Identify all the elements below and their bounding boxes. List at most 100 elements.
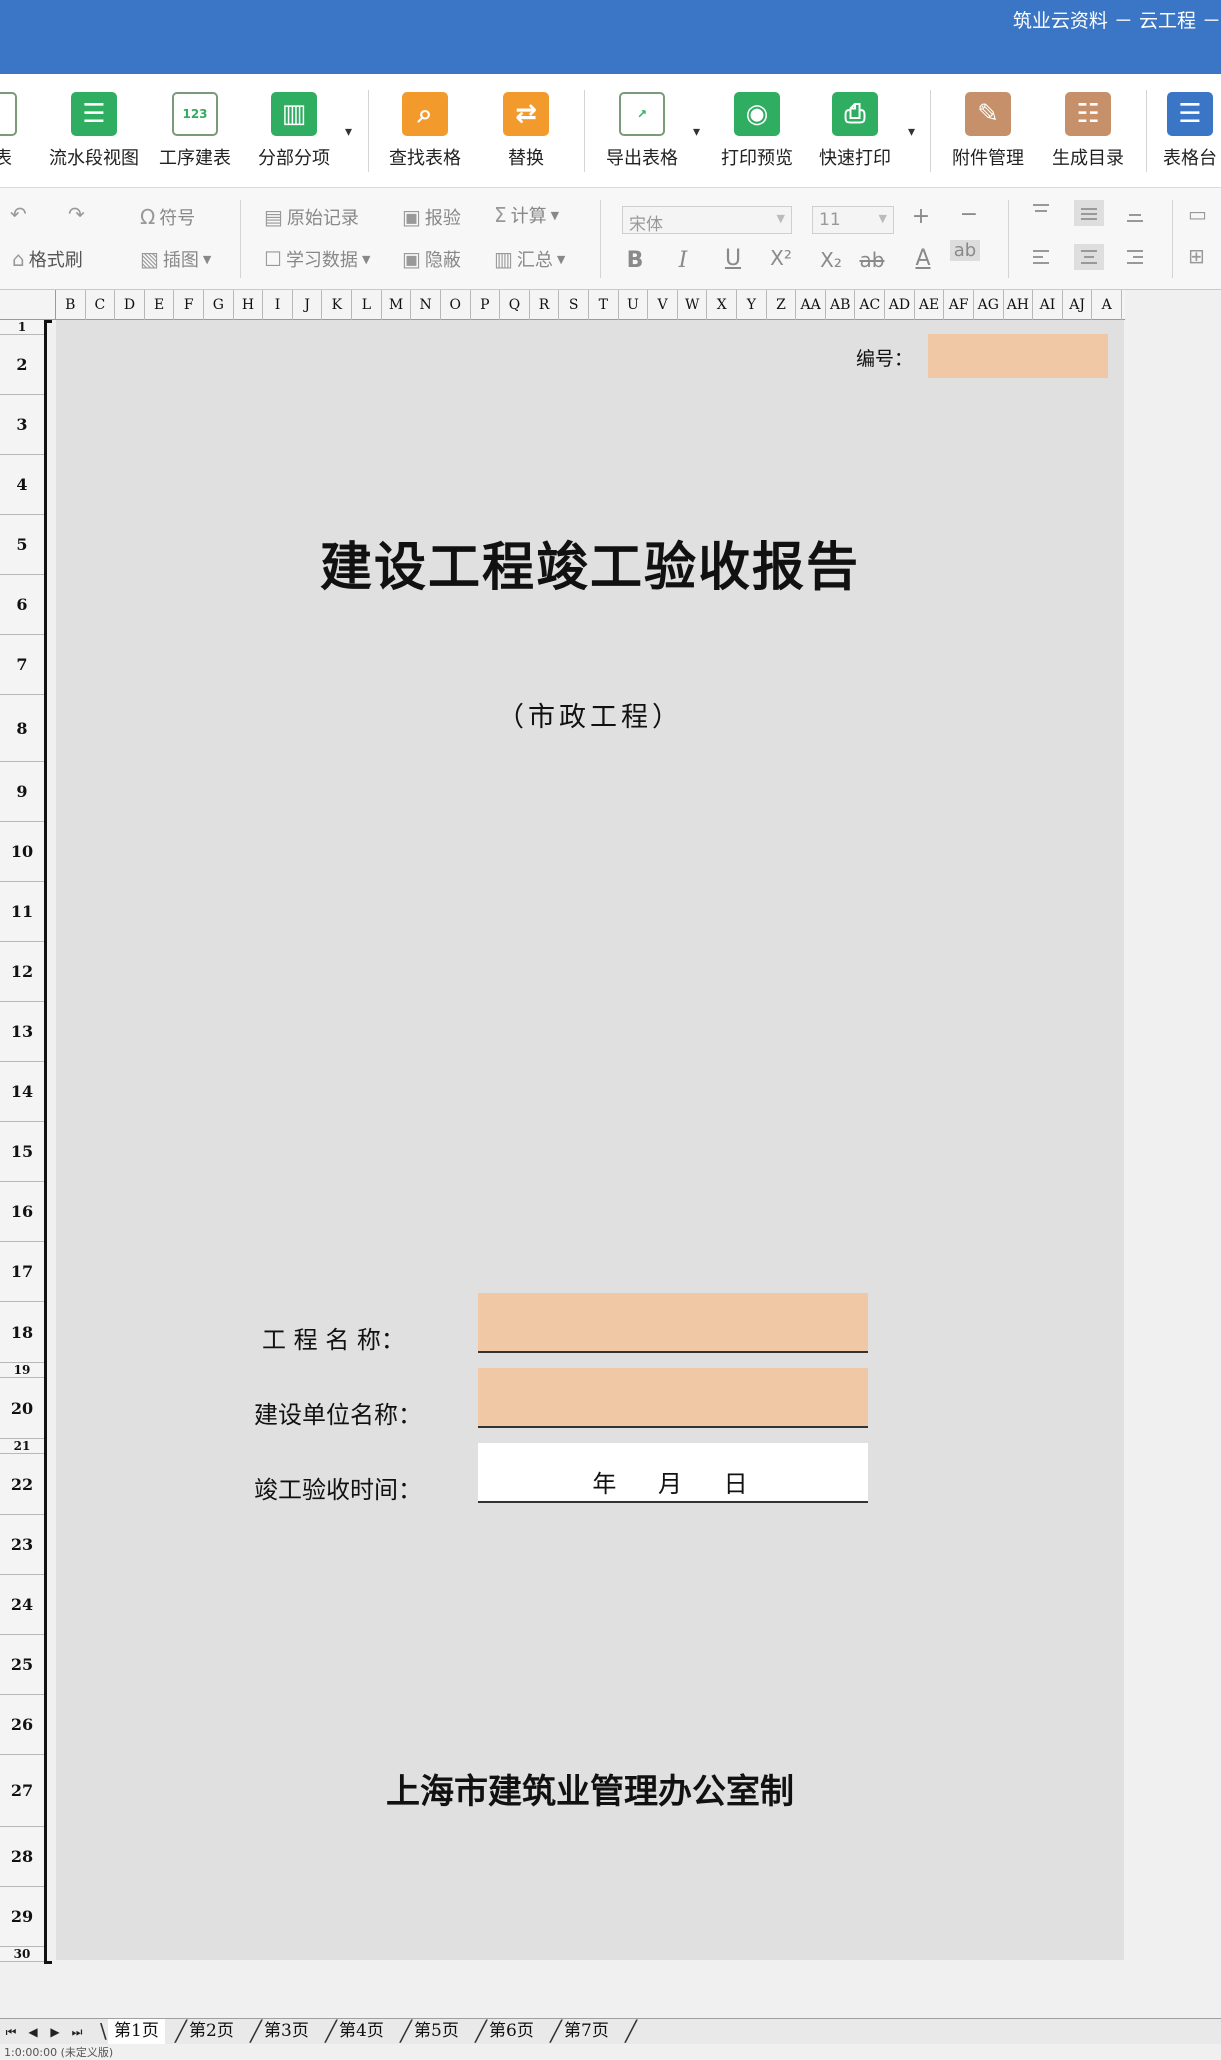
column-header-cell[interactable]: P [471, 290, 501, 320]
row-header-cell[interactable]: 4 [0, 455, 44, 515]
row-header-cell[interactable]: 5 [0, 515, 44, 575]
flow-segment-view-button[interactable]: ☰ 流水段视图 [42, 92, 146, 184]
row-header-cell[interactable]: 29 [0, 1887, 44, 1947]
column-header-cell[interactable]: AE [915, 290, 945, 320]
column-header-cell[interactable]: I [263, 290, 293, 320]
decrease-font-button[interactable]: − [954, 202, 984, 227]
calculate-button[interactable]: Σ 计算 ▼ [494, 202, 559, 228]
column-header-cell[interactable]: B [56, 290, 86, 320]
column-header-cell[interactable]: H [234, 290, 264, 320]
align-bottom-button[interactable] [1120, 202, 1150, 228]
quick-print-button[interactable]: ⎙ 快速打印 [803, 92, 907, 184]
row-header-cell[interactable]: 15 [0, 1122, 44, 1183]
print-dropdown-icon[interactable]: ▾ [908, 124, 915, 140]
column-header-cell[interactable]: O [441, 290, 471, 320]
superscript-button[interactable]: X² [766, 246, 796, 270]
undo-button[interactable]: ↶ [10, 202, 27, 226]
column-header-cell[interactable]: AH [1004, 290, 1034, 320]
row-header-cell[interactable]: 9 [0, 762, 44, 823]
column-header-cell[interactable]: AG [974, 290, 1004, 320]
column-header-cell[interactable]: Q [500, 290, 530, 320]
project-name-field[interactable] [478, 1293, 868, 1353]
summary-button[interactable]: ▥ 汇总 ▼ [494, 246, 565, 272]
row-header-cell[interactable]: 8 [0, 695, 44, 763]
row-header-cell[interactable]: 11 [0, 882, 44, 943]
create-table-button[interactable]: ▦ 建表 [0, 92, 46, 184]
process-table-button[interactable]: 123 工序建表 [143, 92, 247, 184]
print-preview-button[interactable]: ◉ 打印预览 [705, 92, 809, 184]
strikethrough-button[interactable]: ab [854, 248, 890, 272]
row-header-cell[interactable]: 19 [0, 1363, 44, 1379]
page-layout-icon[interactable]: ▭ [1188, 202, 1207, 226]
builder-name-field[interactable] [478, 1368, 868, 1428]
symbol-button[interactable]: Ω 符号 [140, 204, 195, 230]
column-header-cell[interactable]: G [204, 290, 234, 320]
column-header-cell[interactable]: N [411, 290, 441, 320]
subscript-button[interactable]: X₂ [816, 248, 846, 272]
row-header-cell[interactable]: 3 [0, 395, 44, 455]
sheet-tab[interactable]: 第6页 [483, 2019, 540, 2044]
row-header-cell[interactable]: 30 [0, 1947, 44, 1962]
format-painter-button[interactable]: ⌂ 格式刷 [12, 246, 83, 272]
align-center-button[interactable] [1074, 244, 1104, 270]
wrap-text-button[interactable]: ab [950, 240, 980, 261]
column-header-cell[interactable]: S [559, 290, 589, 320]
sub-items-button[interactable]: ▥ 分部分项 [242, 92, 346, 184]
attachment-manage-button[interactable]: ✎ 附件管理 [936, 92, 1040, 184]
column-header-cell[interactable]: K [323, 290, 353, 320]
row-header-cell[interactable]: 28 [0, 1827, 44, 1888]
row-header-cell[interactable]: 2 [0, 335, 44, 395]
column-header-cell[interactable]: C [86, 290, 116, 320]
column-header-cell[interactable]: AC [856, 290, 886, 320]
column-header-cell[interactable]: AI [1033, 290, 1063, 320]
sheet-tab[interactable]: 第5页 [408, 2019, 465, 2044]
column-header-cell[interactable]: Z [767, 290, 797, 320]
column-header-cell[interactable]: AB [826, 290, 856, 320]
column-header-cell[interactable]: W [678, 290, 708, 320]
insert-image-button[interactable]: ▧ 插图 ▼ [140, 246, 211, 272]
sheet-tab[interactable]: 第3页 [258, 2019, 315, 2044]
export-dropdown-icon[interactable]: ▾ [693, 124, 700, 140]
row-header-cell[interactable]: 14 [0, 1062, 44, 1123]
font-color-button[interactable]: A [908, 246, 938, 271]
column-header-cell[interactable]: AD [885, 290, 915, 320]
bold-button[interactable]: B [620, 248, 650, 273]
row-header-cell[interactable]: 1 [0, 320, 44, 335]
sheet-tab[interactable]: 第2页 [183, 2019, 240, 2044]
column-header-cell[interactable]: Y [737, 290, 767, 320]
generate-catalog-button[interactable]: ☷ 生成目录 [1036, 92, 1140, 184]
column-header-cell[interactable]: E [145, 290, 175, 320]
align-middle-button[interactable] [1074, 200, 1104, 226]
row-header-cell[interactable]: 20 [0, 1378, 44, 1440]
select-all-corner[interactable] [0, 290, 56, 320]
font-size-select[interactable]: 11 ▼ [812, 206, 894, 234]
export-table-button[interactable]: ↗ 导出表格 [590, 92, 694, 184]
column-header-cell[interactable]: AA [796, 290, 826, 320]
column-header-cell[interactable]: AJ [1063, 290, 1093, 320]
inspection-button[interactable]: ▣ 报验 [402, 204, 461, 230]
study-data-button[interactable]: ☐ 学习数据 ▼ [264, 246, 370, 272]
column-header-cell[interactable]: AF [944, 290, 974, 320]
column-header-cell[interactable]: V [648, 290, 678, 320]
column-header-cell[interactable]: D [115, 290, 145, 320]
row-header-cell[interactable]: 26 [0, 1695, 44, 1756]
underline-button[interactable]: U [718, 246, 748, 271]
column-header-cell[interactable]: F [174, 290, 205, 320]
sheet-tab[interactable]: 第4页 [333, 2019, 390, 2044]
column-header-cell[interactable]: X [707, 290, 738, 320]
row-header-cell[interactable]: 10 [0, 822, 44, 883]
column-header-cell[interactable]: L [352, 290, 382, 320]
row-header-cell[interactable]: 12 [0, 942, 44, 1003]
replace-button[interactable]: ⇄ 替换 [474, 92, 578, 184]
row-header-cell[interactable]: 27 [0, 1755, 44, 1828]
row-header-cell[interactable]: 23 [0, 1515, 44, 1576]
sheet-tab[interactable]: 第7页 [558, 2019, 615, 2044]
row-header-cell[interactable]: 18 [0, 1302, 44, 1364]
increase-font-button[interactable]: + [906, 204, 936, 229]
row-header-cell[interactable]: 24 [0, 1575, 44, 1636]
row-header-cell[interactable]: 16 [0, 1182, 44, 1242]
row-header-cell[interactable]: 25 [0, 1635, 44, 1696]
row-header-cell[interactable]: 7 [0, 635, 44, 695]
last-sheet-icon[interactable]: ⏭ [68, 2022, 86, 2042]
first-sheet-icon[interactable]: ⏮ [2, 2022, 20, 2042]
